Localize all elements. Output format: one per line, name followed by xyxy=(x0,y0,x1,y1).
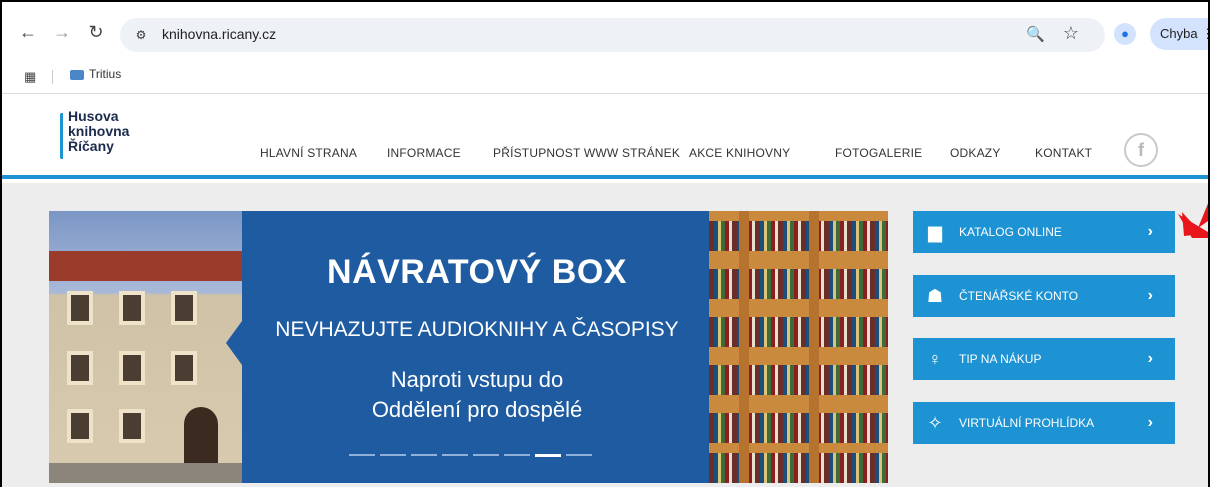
facebook-icon[interactable]: f xyxy=(1124,133,1158,167)
bookmark-tritius[interactable]: Tritius xyxy=(70,67,121,81)
chevron-right-icon: › xyxy=(1147,223,1153,240)
window-shape xyxy=(171,351,197,385)
katalog-online-button[interactable]: ▆ KATALOG ONLINE › xyxy=(913,211,1175,253)
nav-fotogalerie[interactable]: FOTOGALERIE xyxy=(835,146,922,160)
shelf-row xyxy=(709,365,888,395)
window-shape xyxy=(119,351,145,385)
reader-icon: ☗ xyxy=(926,286,944,306)
banner-note-line-2: Oddělení pro dospělé xyxy=(371,397,583,422)
ground-shape xyxy=(49,463,249,483)
profile-error-button[interactable]: Chyba ⋮ xyxy=(1150,18,1208,50)
address-bar[interactable]: ⚙ knihovna.ricany.cz 🔍 ☆ xyxy=(120,18,1105,52)
tip-na-nakup-button[interactable]: ♀ TIP NA NÁKUP › xyxy=(913,338,1175,380)
nav-akce-knihovny[interactable]: AKCE KNIHOVNY xyxy=(689,146,790,160)
chevron-right-icon: › xyxy=(1147,350,1153,367)
window-shape xyxy=(119,409,145,443)
bookshelf-image xyxy=(709,211,888,483)
profile-error-label: Chyba xyxy=(1160,26,1198,41)
browser-toolbar: ← → ↻ ⚙ knihovna.ricany.cz 🔍 ☆ ● Chyba ⋮ xyxy=(2,2,1208,58)
tip-na-nakup-label: TIP NA NÁKUP xyxy=(959,352,1042,366)
virtualni-prohlidka-button[interactable]: ✧ VIRTUÁLNÍ PROHLÍDKA › xyxy=(913,402,1175,444)
zoom-icon[interactable]: 🔍 xyxy=(1026,25,1045,43)
slide-indicator[interactable] xyxy=(349,454,375,456)
window-shape xyxy=(171,291,197,325)
bookmark-star-icon[interactable]: ☆ xyxy=(1063,23,1079,44)
profile-icon[interactable]: ● xyxy=(1114,23,1136,45)
roof-shape xyxy=(49,251,249,281)
nav-kontakt[interactable]: KONTAKT xyxy=(1035,146,1092,160)
annotation-arrow-icon xyxy=(1178,203,1208,238)
door-shape xyxy=(184,407,218,463)
forward-icon[interactable]: → xyxy=(50,20,74,44)
ctenarske-konto-label: ČTENÁŘSKÉ KONTO xyxy=(959,289,1079,303)
shelf-pillar xyxy=(809,211,819,483)
nav-pristupnost[interactable]: PŘÍSTUPNOST WWW STRÁNEK xyxy=(493,146,680,160)
shelf-row xyxy=(709,269,888,299)
hero-banner[interactable]: NÁVRATOVÝ BOX NEVHAZUJTE AUDIOKNIHY A ČA… xyxy=(49,211,888,483)
library-building-image xyxy=(49,211,249,483)
logo-line-2: knihovna xyxy=(68,123,130,139)
site-info-icon[interactable]: ⚙ xyxy=(132,26,150,44)
window-shape xyxy=(67,409,93,443)
chevron-right-icon: › xyxy=(1147,287,1153,304)
chevron-right-icon: › xyxy=(1147,414,1153,431)
slide-indicator[interactable] xyxy=(504,454,530,456)
shelf-row xyxy=(709,317,888,347)
bookmarks-bar: ▦ Tritius xyxy=(2,58,1208,94)
main-content: NÁVRATOVÝ BOX NEVHAZUJTE AUDIOKNIHY A ČA… xyxy=(2,183,1208,487)
logo-line-1: Husova xyxy=(68,108,119,124)
logo-text: Husova knihovna Říčany xyxy=(68,109,129,154)
ctenarske-konto-button[interactable]: ☗ ČTENÁŘSKÉ KONTO › xyxy=(913,275,1175,317)
back-icon[interactable]: ← xyxy=(16,20,40,44)
slide-indicator[interactable] xyxy=(380,454,406,456)
site-header: Husova knihovna Říčany HLAVNÍ STRANA INF… xyxy=(2,95,1208,179)
nav-odkazy[interactable]: ODKAZY xyxy=(950,146,1001,160)
slide-indicator[interactable] xyxy=(535,454,561,457)
banner-title: NÁVRATOVÝ BOX xyxy=(327,253,627,291)
katalog-online-label: KATALOG ONLINE xyxy=(959,225,1062,239)
slide-indicator[interactable] xyxy=(411,454,437,456)
slide-indicator[interactable] xyxy=(473,454,499,456)
banner-text-panel xyxy=(226,211,712,483)
banner-note-line-1: Naproti vstupu do xyxy=(390,367,564,392)
apps-grid-icon[interactable]: ▦ xyxy=(24,69,36,85)
banner-subtitle: NEVHAZUJTE AUDIOKNIHY A ČASOPISY xyxy=(275,318,679,341)
slide-indicator[interactable] xyxy=(566,454,592,456)
nav-hlavni-strana[interactable]: HLAVNÍ STRANA xyxy=(260,146,357,160)
window-shape xyxy=(119,291,145,325)
shelf-pillar xyxy=(739,211,749,483)
bookmarks-divider xyxy=(52,70,53,84)
bookmark-label: Tritius xyxy=(89,67,122,81)
book-icon: ▆ xyxy=(928,222,942,242)
shelf-row xyxy=(709,413,888,443)
library-logo[interactable]: Husova knihovna Říčany xyxy=(60,109,170,165)
shelf-row xyxy=(709,453,888,483)
lightbulb-icon: ♀ xyxy=(928,349,942,369)
banner-note: Naproti vstupu do Oddělení pro dospělé xyxy=(242,365,712,425)
shelf-row xyxy=(709,221,888,251)
virtualni-prohlidka-label: VIRTUÁLNÍ PROHLÍDKA xyxy=(959,416,1095,430)
logo-line-3: Říčany xyxy=(68,138,114,154)
bookmark-icon xyxy=(70,69,84,80)
window-shape xyxy=(67,351,93,385)
window-shape xyxy=(67,291,93,325)
logo-bracket xyxy=(60,113,66,159)
panel-notch xyxy=(226,321,242,365)
compass-icon: ✧ xyxy=(927,413,943,433)
slide-indicator[interactable] xyxy=(442,454,468,456)
browser-window: ← → ↻ ⚙ knihovna.ricany.cz 🔍 ☆ ● Chyba ⋮… xyxy=(0,0,1210,487)
reload-icon[interactable]: ↻ xyxy=(84,20,108,44)
nav-informace[interactable]: INFORMACE xyxy=(387,146,461,160)
url-text[interactable]: knihovna.ricany.cz xyxy=(162,26,276,42)
